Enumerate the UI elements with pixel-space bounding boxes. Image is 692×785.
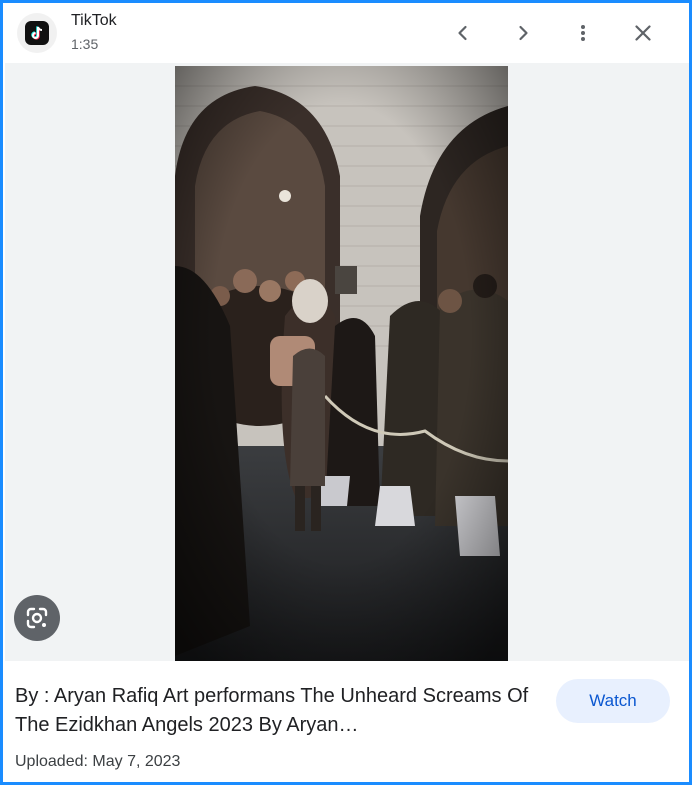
video-frame-image — [175, 66, 508, 661]
previous-button[interactable] — [443, 13, 483, 53]
more-vert-icon — [581, 25, 585, 41]
lens-search-button[interactable] — [14, 595, 60, 641]
tiktok-logo-icon — [25, 21, 49, 45]
video-thumbnail[interactable] — [175, 66, 508, 661]
upload-date: Uploaded: May 7, 2023 — [15, 753, 181, 770]
app-icon — [17, 13, 57, 53]
preview-panel: TikTok 1:35 By: Aryan Rafiq Art perform… — [0, 0, 692, 785]
close-button[interactable] — [623, 13, 663, 53]
watch-button[interactable]: Watch — [556, 679, 670, 723]
chevron-right-icon — [519, 25, 528, 41]
chevron-left-icon — [458, 25, 467, 41]
next-button[interactable] — [503, 13, 543, 53]
video-duration: 1:35 — [71, 36, 99, 52]
google-lens-icon — [26, 607, 48, 629]
app-name: TikTok — [71, 12, 117, 29]
more-options-button[interactable] — [563, 13, 603, 53]
media-area — [5, 63, 689, 661]
header: TikTok 1:35 — [3, 3, 689, 63]
close-icon — [635, 25, 651, 41]
result-title[interactable]: By : Aryan Rafiq Art performans The Unhe… — [15, 682, 535, 740]
